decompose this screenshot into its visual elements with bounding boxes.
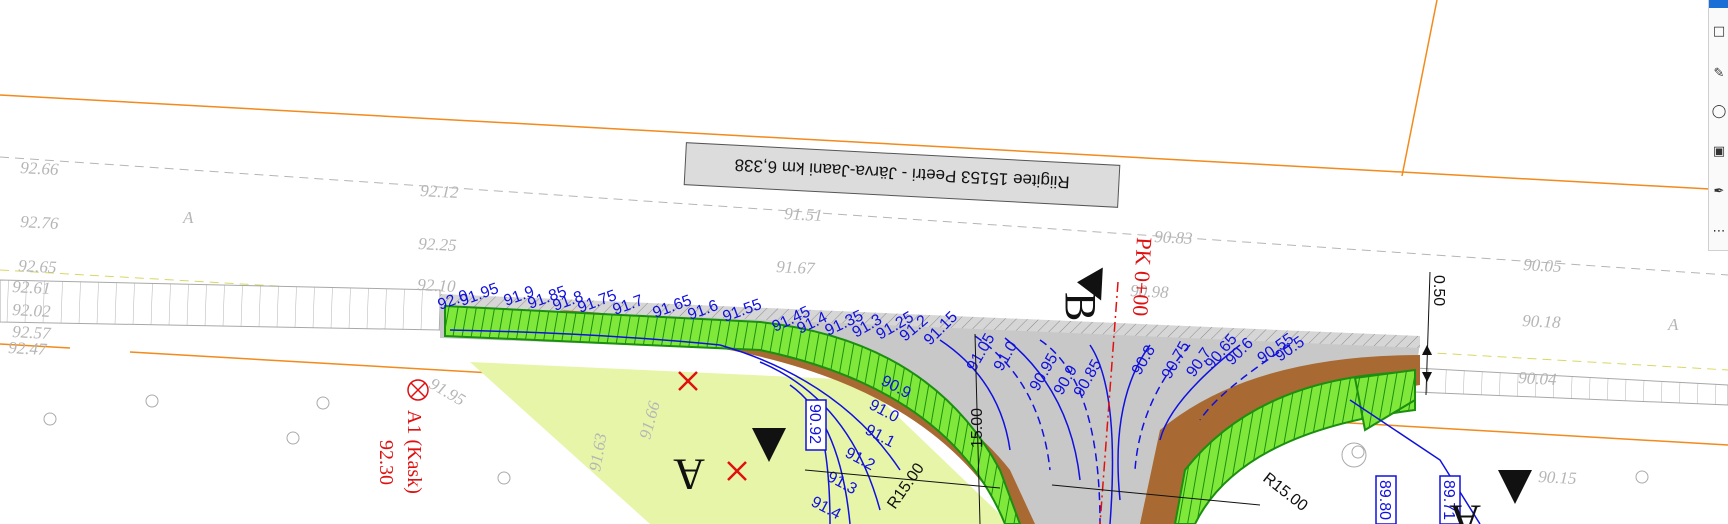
section-a-label-left: A [673, 450, 705, 499]
section-b-label: B [1056, 292, 1105, 321]
boxed-value-89-80: 89.80 [1376, 480, 1393, 520]
elev-92-47: 92.47 [8, 338, 49, 359]
letter-mark-a: A [182, 208, 194, 227]
pen-icon[interactable]: ✎ [1711, 64, 1727, 82]
road-shoulder-left [0, 279, 441, 331]
lasso-icon[interactable]: ◯ [1711, 102, 1727, 120]
elev-92-61: 92.61 [12, 277, 51, 298]
cad-drawing: 92.66 92.76 92.65 92.61 92.02 92.57 92.4… [0, 0, 1728, 524]
boxed-value-90-92: 90.92 [806, 404, 823, 444]
toolbar-active-indicator [1709, 0, 1728, 8]
letter-mark-a-right: A [1667, 315, 1679, 334]
elev-91-67: 91.67 [776, 257, 817, 278]
elev-92-66: 92.66 [20, 158, 60, 179]
elev-90-15: 90.15 [1538, 467, 1577, 488]
green-strip-corner [1353, 368, 1416, 432]
section-a-label-right: A [1449, 496, 1481, 524]
signature-icon[interactable]: ✒ [1711, 182, 1727, 200]
elev-92-12: 92.12 [420, 181, 460, 202]
elev-90-18: 90.18 [1522, 311, 1562, 332]
station-label: PK 0+00 [1128, 237, 1157, 317]
road-shoulder-right [1414, 367, 1728, 406]
section-a-arrow-right [1498, 470, 1532, 504]
elev-92-65: 92.65 [18, 256, 57, 277]
elev-92-25: 92.25 [418, 234, 457, 255]
image-icon[interactable]: ▣ [1711, 142, 1727, 160]
dimension-radius-right: R15.00 [1260, 470, 1311, 515]
elev-90-04: 90.04 [1518, 368, 1558, 389]
comment-icon[interactable]: □ [1711, 22, 1727, 40]
elev-92-76: 92.76 [20, 212, 60, 233]
elev-92-02: 92.02 [12, 300, 52, 321]
point-label: A1 (Kask) [403, 410, 425, 494]
dimension-offset-label: 0.50 [1430, 275, 1447, 306]
more-icon[interactable]: ⋯ [1711, 222, 1727, 240]
border-line-vertical [1401, 0, 1438, 177]
elev-91-51: 91.51 [784, 204, 823, 225]
elev-90-05: 90.05 [1523, 255, 1562, 276]
elev-90-83: 90.83 [1154, 227, 1193, 248]
elev-91-95: 91.95 [426, 374, 469, 410]
dimension-width-label: 15.00 [969, 408, 986, 448]
point-a1: A1 (Kask) 92.30 [375, 379, 429, 494]
annotation-toolbar: □ ✎ ◯ ▣ ✒ ⋯ [1708, 0, 1728, 251]
point-value: 92.30 [375, 440, 397, 485]
